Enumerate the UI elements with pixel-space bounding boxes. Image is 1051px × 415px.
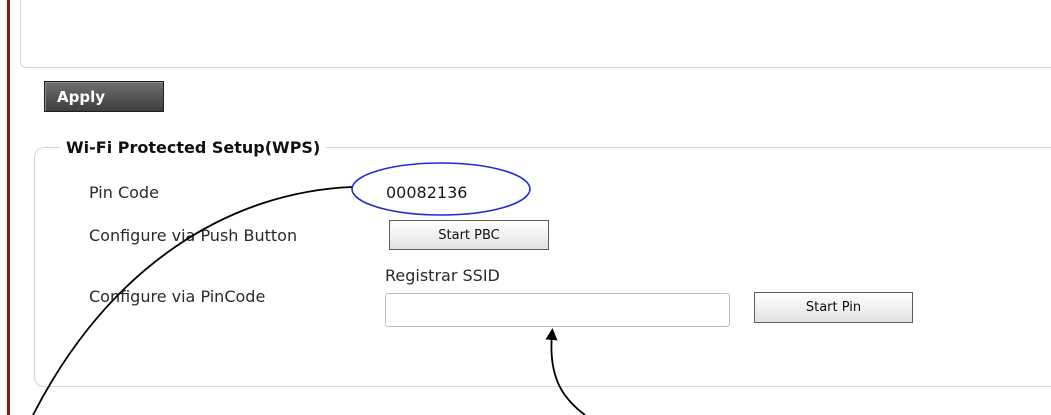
registrar-ssid-label: Registrar SSID [385,266,500,285]
pincode-label: Configure via PinCode [89,287,266,306]
pin-code-value: 00082136 [386,183,468,202]
router-settings-page: Apply Wi-Fi Protected Setup(WPS) Pin Cod… [0,0,1051,415]
wps-legend: Wi-Fi Protected Setup(WPS) [60,137,327,159]
top-settings-panel [20,0,1051,68]
wps-fieldset [34,147,1051,387]
start-pin-button[interactable]: Start Pin [754,292,913,323]
pin-code-label: Pin Code [89,183,159,202]
start-pbc-button[interactable]: Start PBC [389,220,549,250]
registrar-ssid-input[interactable] [385,293,730,327]
left-side-rule [7,0,10,415]
apply-button[interactable]: Apply [44,81,164,112]
push-button-label: Configure via Push Button [89,226,298,245]
